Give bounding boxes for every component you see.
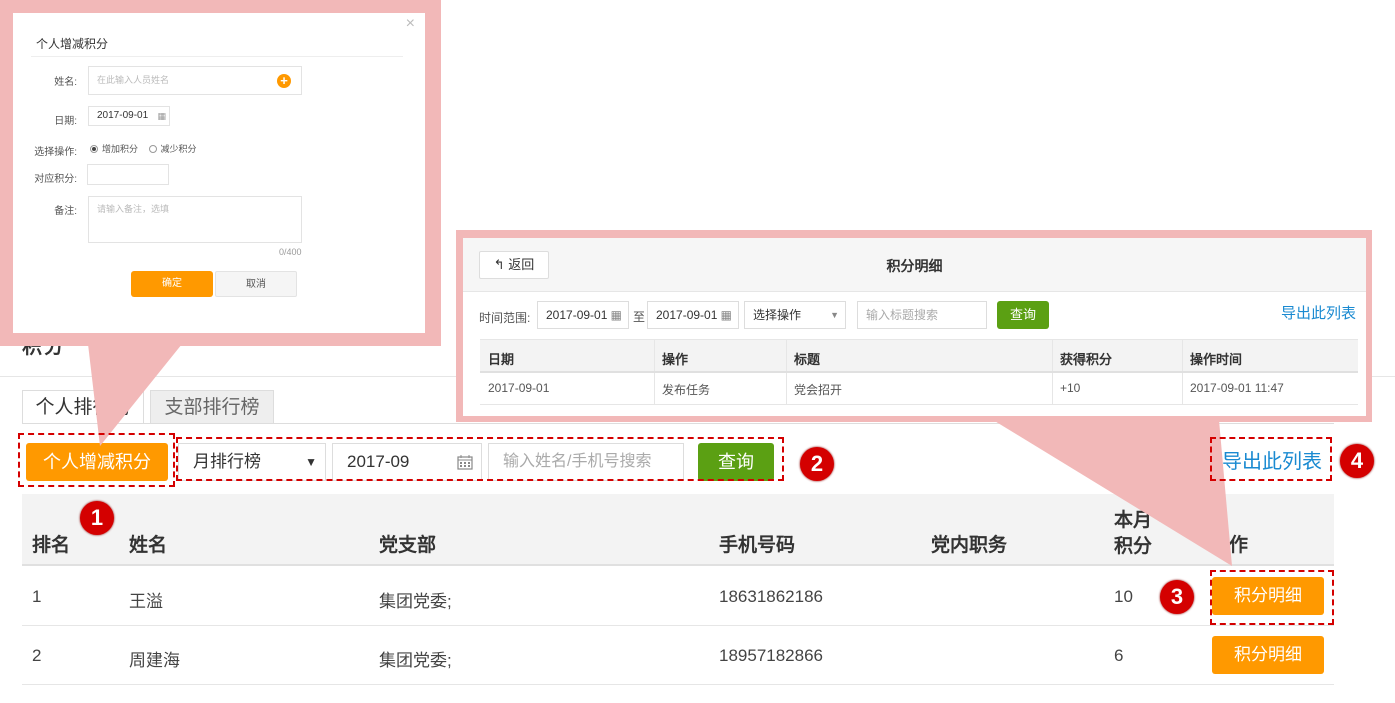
- dropdown-arrow-icon: ▼: [830, 310, 839, 320]
- detail-table-header: 日期 操作 标题 获得积分 操作时间: [480, 339, 1358, 373]
- radio-checked-icon: [90, 145, 98, 153]
- time-range-label: 时间范围:: [479, 311, 531, 325]
- step-marker-2: 2: [800, 447, 834, 481]
- date-value: 2017-09-01: [97, 110, 149, 121]
- cell-operation: 发布任务: [662, 383, 711, 397]
- operation-radio-group: 增加积分 减少积分: [90, 142, 197, 155]
- cell-date: 2017-09-01: [488, 381, 550, 395]
- operation-select-value: 选择操作: [753, 308, 802, 322]
- calendar-icon: ▦: [720, 308, 732, 322]
- modal-callout-pointer: [88, 344, 182, 446]
- add-points-modal: × 个人增减积分 姓名: 在此输入人员姓名 + 日期: 2017-09-01 ▦…: [13, 13, 425, 333]
- cell-title: 党会招开: [794, 383, 843, 397]
- points-input[interactable]: [87, 164, 169, 185]
- title-search-input[interactable]: 输入标题搜索: [857, 301, 987, 329]
- note-textarea[interactable]: 请输入备注，选填: [88, 196, 302, 243]
- points-label: 对应积分:: [34, 174, 77, 185]
- note-label: 备注:: [54, 206, 77, 217]
- modal-title: 个人增减积分: [36, 37, 109, 51]
- step-marker-1: 1: [80, 501, 114, 535]
- date-range-separator: 至: [633, 310, 646, 324]
- highlight-detail-button: [1210, 570, 1334, 625]
- note-char-count: 0/400: [279, 247, 302, 257]
- date-input[interactable]: 2017-09-01 ▦: [88, 106, 170, 126]
- radio-reduce-points[interactable]: 减少积分: [148, 144, 197, 154]
- date-to-input[interactable]: 2017-09-01 ▦: [647, 301, 739, 329]
- detail-header: ↰ 返回 积分明细: [463, 238, 1366, 292]
- name-placeholder: 在此输入人员姓名: [97, 75, 170, 85]
- step-marker-4: 4: [1340, 444, 1374, 478]
- date-to-value: 2017-09-01: [656, 308, 718, 322]
- col-date: 日期: [488, 352, 515, 367]
- detail-export-link[interactable]: 导出此列表: [1281, 302, 1356, 323]
- highlight-export: [1210, 437, 1332, 481]
- highlight-add-points: [18, 433, 175, 487]
- calendar-icon: ▦: [610, 308, 622, 322]
- col-earned-points: 获得积分: [1060, 352, 1113, 367]
- points-detail-panel: ↰ 返回 积分明细 时间范围: 2017-09-01 ▦ 至 2017-09-0…: [463, 238, 1366, 416]
- cancel-button[interactable]: 取消: [215, 271, 297, 297]
- radio-unchecked-icon: [148, 145, 157, 153]
- highlight-filters: [176, 437, 784, 481]
- calendar-icon: ▦: [157, 111, 166, 121]
- date-from-value: 2017-09-01: [546, 308, 608, 322]
- confirm-button[interactable]: 确定: [131, 271, 213, 297]
- add-person-icon[interactable]: +: [277, 74, 291, 88]
- col-title: 标题: [794, 352, 821, 367]
- detail-title: 积分明细: [886, 258, 943, 274]
- cell-operation-time: 2017-09-01 11:47: [1190, 381, 1284, 395]
- detail-callout-pointer: [993, 420, 1232, 566]
- operation-select[interactable]: 选择操作 ▼: [744, 301, 846, 329]
- step-marker-3: 3: [1160, 580, 1194, 614]
- detail-table-row: 2017-09-01 发布任务 党会招开 +10 2017-09-01 11:4…: [480, 373, 1358, 405]
- radio-add-points[interactable]: 增加积分: [90, 144, 138, 154]
- col-operation: 操作: [662, 352, 689, 367]
- date-from-input[interactable]: 2017-09-01 ▦: [537, 301, 629, 329]
- col-operation-time: 操作时间: [1190, 352, 1243, 367]
- modal-divider: [31, 56, 403, 57]
- close-icon[interactable]: ×: [406, 15, 415, 33]
- detail-query-button[interactable]: 查询: [997, 301, 1049, 329]
- date-label: 日期:: [54, 116, 77, 127]
- name-label: 姓名:: [54, 77, 77, 88]
- cell-earned-points: +10: [1060, 381, 1081, 395]
- name-input[interactable]: 在此输入人员姓名 +: [88, 66, 302, 95]
- operation-label: 选择操作:: [34, 147, 77, 158]
